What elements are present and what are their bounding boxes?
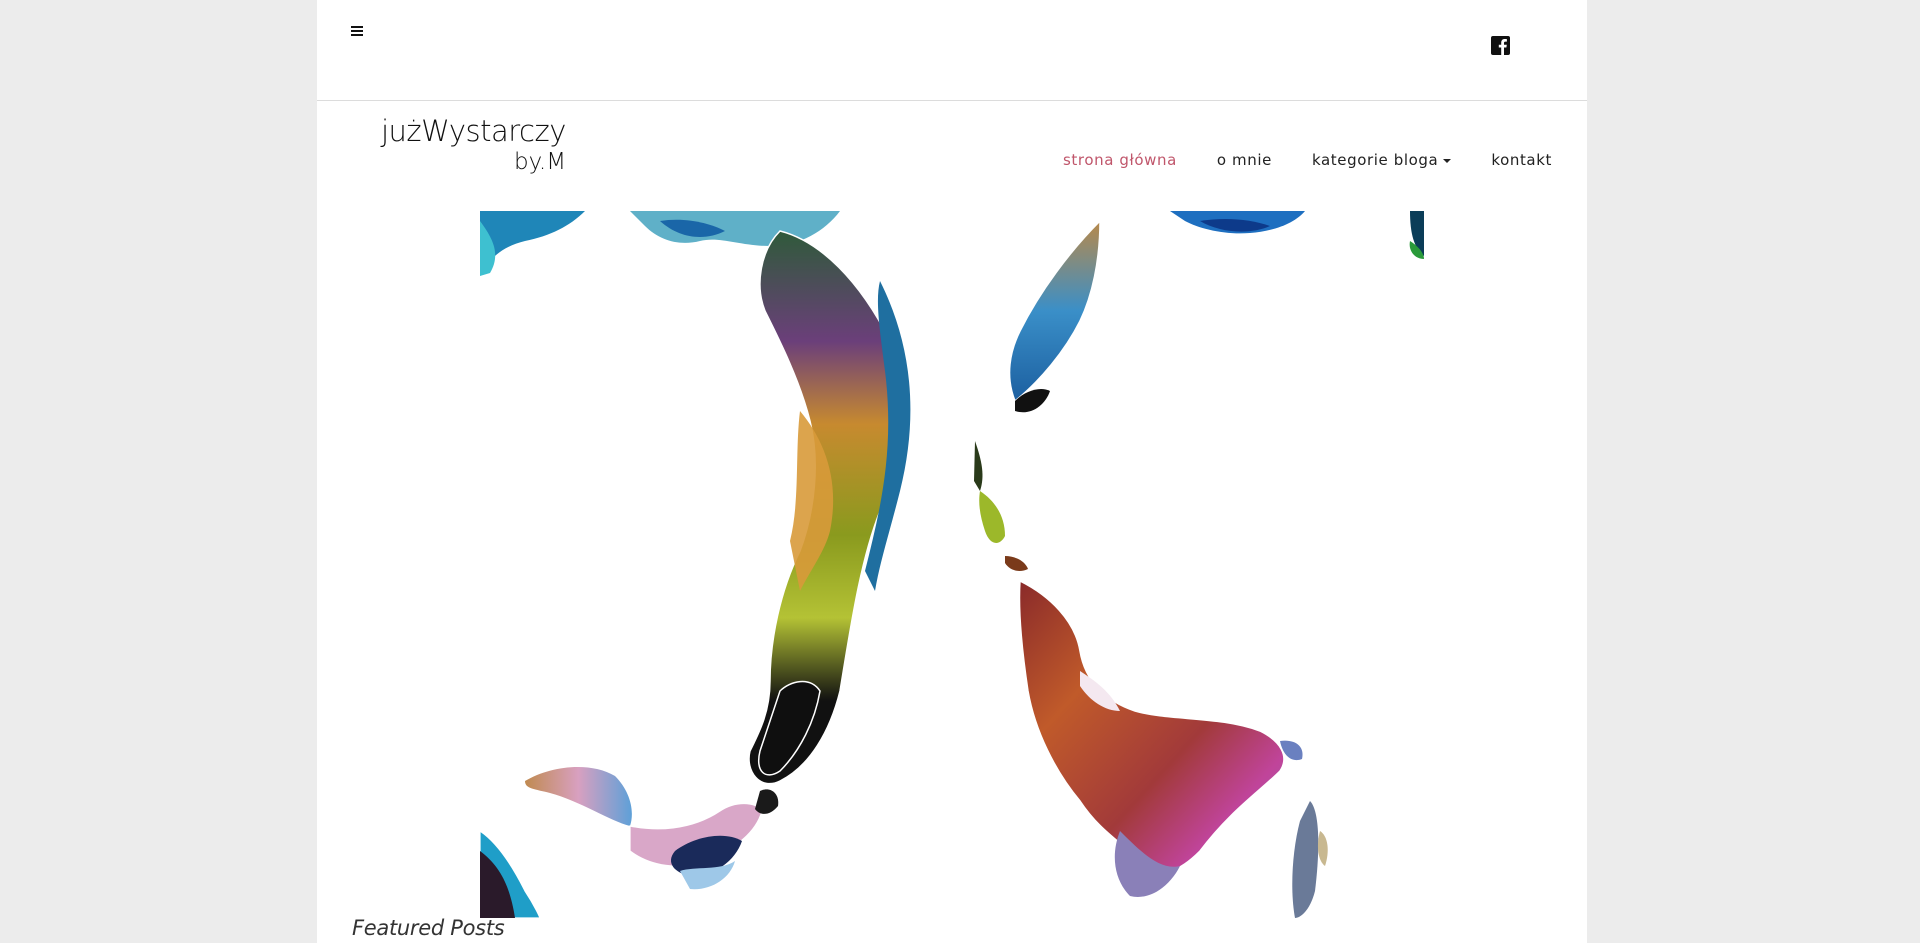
facebook-icon[interactable]: [1491, 36, 1510, 55]
logo-title: jużWystarczy: [381, 114, 566, 148]
nav-item-about[interactable]: o mnie: [1217, 151, 1272, 169]
top-bar: [317, 0, 1587, 101]
nav-item-contact[interactable]: kontakt: [1491, 151, 1552, 169]
site-logo[interactable]: jużWystarczy by.M: [381, 114, 581, 176]
main-nav: strona główna o mnie kategorie bloga kon…: [1023, 151, 1552, 169]
hero-artwork: [479, 211, 1424, 919]
featured-posts-heading: Featured Posts: [352, 916, 505, 940]
page-container: jużWystarczy by.M strona główna o mnie k…: [317, 0, 1587, 943]
nav-item-categories[interactable]: kategorie bloga: [1311, 151, 1452, 169]
caret-down-icon: [1443, 158, 1452, 163]
hamburger-icon[interactable]: [351, 24, 365, 38]
nav-item-home[interactable]: strona główna: [1063, 151, 1177, 169]
hero-image: [479, 211, 1424, 919]
nav-item-categories-label: kategorie bloga: [1311, 151, 1439, 169]
logo-subtitle: by.M: [514, 149, 567, 175]
